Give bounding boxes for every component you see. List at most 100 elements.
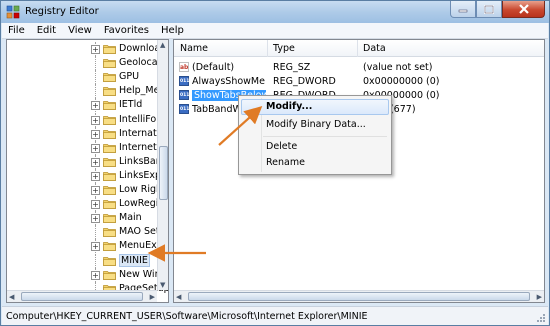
expand-icon[interactable]: + [91, 45, 100, 54]
tree-item-label: GPU [119, 71, 140, 83]
close-button[interactable] [502, 1, 545, 18]
tree-connector [95, 253, 96, 268]
column-divider[interactable] [357, 40, 358, 57]
dword-value-icon: 011 [179, 104, 189, 114]
menu-file[interactable]: File [2, 23, 31, 38]
context-menu: Modify... Modify Binary Data... Delete R… [238, 95, 392, 175]
tree-item[interactable]: + IntelliForm [7, 112, 168, 127]
scroll-up-icon[interactable]: ▲ [160, 41, 165, 49]
list-item[interactable]: ab (Default) REG_SZ (value not set) [174, 60, 544, 74]
folder-icon [103, 172, 116, 181]
folder-icon [103, 73, 116, 83]
key-tree-pane[interactable]: + Download Geolocatio GPU Help_Menu + IETld + In… [6, 39, 169, 303]
folder-icon [103, 256, 116, 266]
menu-separator [263, 136, 387, 137]
maximize-icon [484, 4, 494, 14]
tree-item[interactable]: Help_Menu [7, 84, 168, 99]
expand-icon[interactable]: + [91, 200, 100, 210]
scroll-down-icon[interactable]: ▼ [160, 281, 165, 289]
expand-icon[interactable]: + [91, 171, 100, 181]
folder-icon [103, 270, 116, 280]
scroll-right-icon[interactable]: ▶ [150, 293, 155, 301]
tree-connector [95, 84, 96, 99]
folder-icon [103, 242, 116, 252]
tree-item[interactable]: + IETld [7, 98, 157, 113]
maximize-button[interactable] [476, 1, 502, 18]
tree-item[interactable]: + New Windo [7, 267, 168, 282]
expand-icon[interactable]: + [91, 242, 100, 252]
list-hscroll-thumb[interactable] [188, 292, 530, 301]
expand-icon[interactable]: + [91, 101, 100, 111]
column-header-name[interactable]: Name [180, 43, 208, 54]
scroll-left-icon[interactable]: ◀ [176, 293, 181, 301]
menu-item-modify-binary[interactable]: Modify Binary Data... [241, 117, 389, 133]
close-icon [518, 4, 529, 14]
menu-item-modify[interactable]: Modify... [241, 99, 389, 115]
menu-item-delete[interactable]: Delete [241, 139, 389, 155]
folder-icon [103, 228, 116, 238]
string-value-icon: ab [179, 62, 189, 72]
cell-name: TabBandWi [192, 104, 245, 115]
scroll-right-icon[interactable]: ▶ [537, 293, 542, 301]
tree-connector [95, 225, 96, 240]
scroll-left-icon[interactable]: ◀ [9, 293, 14, 301]
tree-item[interactable]: + LowRegistr [7, 197, 168, 212]
tree-hscroll-thumb[interactable] [21, 292, 143, 301]
folder-icon [103, 200, 116, 209]
tree-vertical-scrollbar[interactable]: ▲ ▼ [157, 40, 168, 290]
list-item[interactable]: 011 AlwaysShowMe... REG_DWORD 0x00000000 (0… [174, 74, 544, 88]
folder-icon [103, 214, 116, 224]
expand-icon[interactable]: + [91, 143, 100, 153]
list-header: Name Type Data [174, 40, 544, 57]
menu-item-label: Modify... [266, 101, 313, 112]
expand-icon[interactable]: + [91, 186, 100, 195]
tree-item[interactable]: + Internation [7, 126, 168, 141]
expand-icon[interactable]: + [91, 214, 100, 224]
window-title: Registry Editor [25, 6, 99, 17]
tree-item[interactable]: MAO Settin [7, 225, 168, 240]
list-horizontal-scrollbar[interactable]: ◀ ▶ [174, 290, 544, 302]
column-divider[interactable] [267, 40, 268, 57]
resize-grip-icon[interactable] [536, 313, 546, 323]
expand-icon[interactable]: + [91, 115, 100, 125]
tree-item-label: IETld [119, 99, 143, 111]
tree-item[interactable]: GPU [7, 70, 157, 85]
folder-icon [103, 115, 116, 125]
tree-item[interactable]: + LinksExplor [7, 168, 168, 183]
tree-item[interactable]: +InternetReg [7, 140, 168, 155]
column-header-data[interactable]: Data [363, 43, 386, 54]
tree-scroll-thumb[interactable] [159, 146, 168, 200]
tree-item[interactable]: + MenuExt [7, 239, 161, 254]
tree-item[interactable]: + Download [7, 42, 166, 56]
tree-item[interactable]: MINIE [7, 253, 157, 268]
expand-icon[interactable]: + [91, 129, 100, 139]
dword-value-icon: 011 [179, 90, 189, 100]
tree-item[interactable]: + Main [7, 211, 157, 226]
folder-icon [103, 143, 116, 153]
tree-connector [95, 56, 96, 71]
expand-icon[interactable]: + [91, 157, 100, 167]
tree-horizontal-scrollbar[interactable]: ◀ ▶ [7, 290, 157, 302]
menu-item-label: Modify Binary Data... [266, 119, 366, 130]
tree-item[interactable]: Geolocatio [7, 56, 168, 71]
menu-item-label: Rename [266, 157, 305, 168]
menu-edit[interactable]: Edit [31, 23, 62, 38]
expand-icon[interactable]: + [91, 270, 100, 280]
menu-help[interactable]: Help [155, 23, 190, 38]
menu-item-rename[interactable]: Rename [241, 155, 389, 171]
tree-item[interactable]: + LinksBar [7, 154, 160, 169]
menu-favorites[interactable]: Favorites [98, 23, 155, 38]
status-bar: Computer\HKEY_CURRENT_USER\Software\Micr… [2, 306, 548, 325]
folder-icon [103, 157, 116, 167]
title-bar[interactable]: Registry Editor [1, 1, 549, 23]
tree-item-label: MINIE [119, 253, 150, 267]
menu-item-label: Delete [266, 141, 298, 152]
tree-item[interactable]: + Low Rights [7, 183, 168, 197]
menu-view[interactable]: View [62, 23, 98, 38]
minimize-icon [458, 9, 468, 13]
folder-icon [103, 45, 116, 54]
tree-item-label: MenuExt [119, 240, 161, 252]
cell-type: REG_DWORD [273, 76, 336, 87]
minimize-button[interactable] [450, 1, 476, 18]
column-header-type[interactable]: Type [273, 43, 295, 54]
